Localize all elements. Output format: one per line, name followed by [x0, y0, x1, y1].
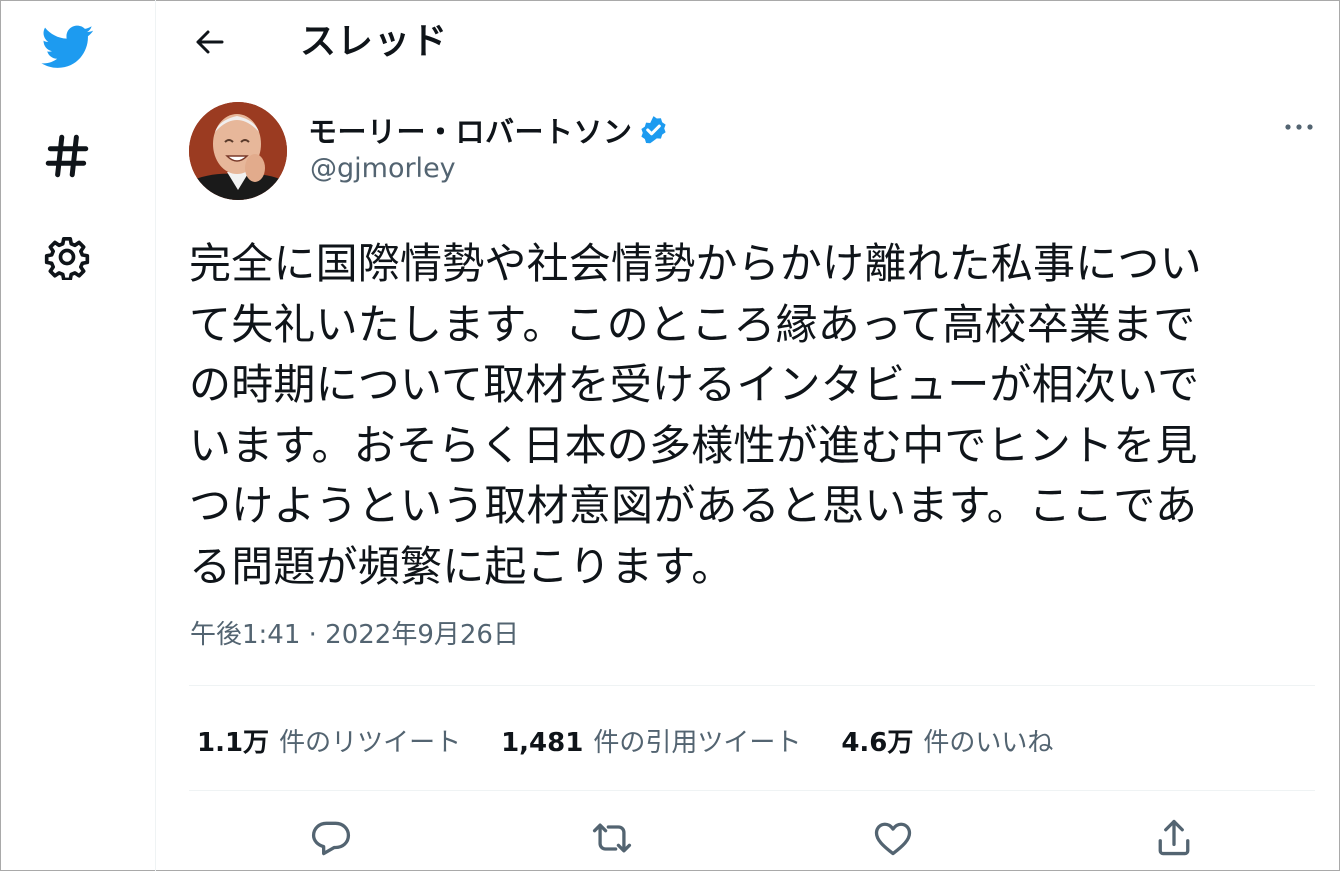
- retweets-label: 件のリツイート: [279, 727, 462, 758]
- page-title: スレッド: [300, 21, 449, 62]
- retweets-stat[interactable]: 1.1万 件のリツイート: [197, 722, 461, 759]
- quotes-stat[interactable]: 1,481 件の引用ツイート: [501, 722, 801, 759]
- sidebar: [0, 0, 156, 871]
- quotes-count: 1,481: [501, 727, 584, 758]
- verified-badge-icon: [640, 115, 666, 143]
- likes-label: 件のいいね: [923, 727, 1054, 758]
- tweet-stats: 1.1万 件のリツイート 1,481 件の引用ツイート 4.6万 件のいいね: [197, 718, 1093, 762]
- author-name[interactable]: モーリー・ロバートソン: [308, 109, 633, 151]
- retweets-count: 1.1万: [197, 727, 270, 758]
- tweet-timestamp[interactable]: 午後1:41 · 2022年9月26日: [190, 614, 519, 651]
- back-arrow-icon[interactable]: [190, 26, 230, 58]
- author-row: モーリー・ロバートソン: [308, 110, 670, 150]
- share-icon[interactable]: [1152, 816, 1196, 860]
- gear-icon[interactable]: [44, 234, 90, 280]
- divider: [189, 790, 1315, 791]
- more-icon[interactable]: [1279, 115, 1319, 139]
- hashtag-icon[interactable]: [42, 131, 92, 181]
- retweet-icon[interactable]: [590, 816, 634, 860]
- quotes-label: 件の引用ツイート: [593, 727, 802, 758]
- avatar[interactable]: [189, 102, 287, 200]
- likes-stat[interactable]: 4.6万 件のいいね: [841, 722, 1053, 759]
- tweet-text: 完全に国際情勢や社会情勢からかけ離れた私事につい て失礼いたします。このところ縁…: [189, 239, 1202, 591]
- heart-icon[interactable]: [871, 816, 915, 860]
- avatar-photo: [189, 102, 287, 200]
- reply-icon[interactable]: [309, 816, 353, 860]
- author-handle[interactable]: @gjmorley: [310, 153, 456, 184]
- twitter-bird-icon[interactable]: [38, 20, 98, 72]
- divider: [189, 685, 1315, 686]
- likes-count: 4.6万: [841, 727, 914, 758]
